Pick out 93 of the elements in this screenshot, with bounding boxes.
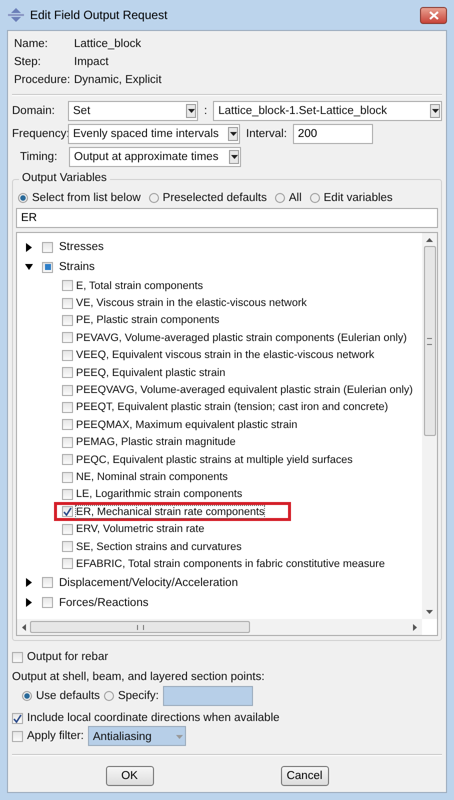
tree-item[interactable]: PEQC, Equivalent plastic strains at multiple yield surfaces [76, 454, 353, 466]
tree-item[interactable]: EFABRIC, Total strain components in fabric constitutive measure [76, 558, 385, 570]
tree-item[interactable]: VEEQ, Equivalent viscous strain in the elastic-viscous network [76, 349, 374, 362]
vertical-scrollbar[interactable] [422, 233, 437, 619]
checkbox[interactable] [62, 524, 73, 535]
tree-item[interactable]: Displacement/Velocity/Acceleration [59, 576, 238, 589]
search-field[interactable]: ER [16, 208, 438, 228]
set-dropdown[interactable]: Lattice_block-1.Set-Lattice_block [213, 101, 442, 121]
tree-item[interactable]: Stresses [59, 241, 104, 253]
checkbox[interactable] [62, 314, 73, 326]
cancel-button[interactable]: Cancel [280, 766, 328, 786]
tree-item[interactable]: PEVAVG, Volume-averaged plastic strain components (Eulerian only) [76, 332, 407, 344]
domain-dropdown[interactable]: Set [68, 101, 198, 121]
checkbox[interactable] [62, 298, 73, 309]
tree-item[interactable]: E, Total strain components [76, 280, 204, 292]
checkbox[interactable] [62, 488, 73, 500]
apply-filter-checkbox[interactable]: Apply filter: [12, 730, 84, 742]
caret-icon [229, 150, 239, 164]
field-value: Dynamic, Explicit [74, 74, 162, 86]
checkbox[interactable] [62, 558, 73, 570]
specify-field[interactable] [162, 686, 253, 706]
caret-icon [228, 127, 238, 141]
field-value: Impact [74, 56, 109, 68]
radio-option[interactable]: Use defaults [22, 690, 100, 702]
caret-icon [430, 104, 440, 118]
checkbox[interactable] [62, 472, 73, 482]
tree-item[interactable]: ERV, Volumetric strain rate [76, 523, 204, 536]
tree-item[interactable]: NE, Nominal strain components [76, 471, 228, 483]
checkbox[interactable] [62, 419, 73, 430]
close-button[interactable] [420, 6, 447, 24]
tree-item[interactable]: Strains [59, 261, 95, 273]
field-label: Name: [14, 38, 49, 50]
checkbox[interactable] [62, 350, 73, 361]
checkbox[interactable] [62, 402, 73, 413]
expander-icon[interactable] [25, 578, 33, 588]
checkbox[interactable] [62, 367, 73, 378]
check-icon [63, 507, 72, 516]
local-coords-checkbox[interactable]: Include local coordinate directions when available [12, 712, 442, 724]
group-title: Output Variables [19, 172, 110, 184]
checkbox[interactable] [62, 436, 73, 448]
field-value: Lattice_block [74, 38, 142, 50]
tree-item[interactable]: PEEQ, Equivalent plastic strain [76, 366, 226, 379]
checkbox[interactable] [62, 541, 73, 552]
expander-icon[interactable] [25, 598, 33, 608]
up-arrow-icon[interactable] [426, 238, 433, 242]
ok-button[interactable]: OK [106, 766, 154, 786]
check-icon [13, 714, 22, 722]
tree-item[interactable]: PEEQVAVG, Volume-averaged equivalent plastic strain (Eulerian only) [76, 384, 413, 396]
checkbox[interactable] [42, 597, 53, 608]
caret-icon [186, 104, 196, 118]
radio-option[interactable]: Specify: [104, 690, 159, 702]
radio-option[interactable]: Preselected defaults [148, 192, 267, 204]
down-arrow-icon[interactable] [426, 610, 433, 614]
expander-icon[interactable] [25, 242, 33, 252]
tree-item[interactable]: VE, Viscous strain in the elastic-viscous network [76, 297, 307, 310]
tree-item[interactable]: LE, Logarithmic strain components [76, 488, 242, 500]
expander-icon[interactable] [25, 262, 33, 272]
separator-colon: : [203, 105, 208, 117]
radio-option[interactable]: Edit variables [310, 192, 393, 204]
frequency-dropdown[interactable]: Evenly spaced time intervals [68, 124, 240, 144]
right-arrow-icon[interactable] [413, 624, 417, 630]
tree-item[interactable]: SE, Section strains and curvatures [76, 540, 242, 553]
tree-item[interactable]: PEEQMAX, Maximum equivalent plastic strain [76, 418, 298, 431]
checkbox[interactable] [62, 280, 73, 292]
field-label: Domain: [12, 105, 56, 117]
checkbox[interactable] [42, 242, 53, 252]
radio-option[interactable]: All [274, 192, 302, 204]
radio-option[interactable]: Select from list below [18, 192, 141, 204]
checkbox[interactable] [42, 262, 53, 272]
field-label: Interval: [245, 128, 288, 140]
field-label: Procedure: [14, 74, 72, 86]
checkbox[interactable] [62, 454, 73, 466]
tree-item[interactable]: Forces/Reactions [59, 596, 148, 609]
horizontal-scrollbar[interactable] [17, 619, 422, 635]
timing-dropdown[interactable]: Output at approximate times [69, 147, 241, 167]
checkbox[interactable] [42, 577, 53, 588]
app-icon [8, 8, 24, 22]
field-label: Timing: [20, 151, 58, 163]
left-arrow-icon[interactable] [22, 624, 26, 630]
checkbox[interactable] [62, 506, 73, 518]
checkbox[interactable] [62, 384, 73, 396]
tree-item[interactable]: PE, Plastic strain components [76, 314, 220, 326]
checkbox[interactable] [62, 332, 73, 344]
tree-item[interactable]: PEEQT, Equivalent plastic strain (tension; cast iron and concrete) [76, 401, 388, 414]
field-label: Step: [14, 56, 42, 68]
filter-dropdown[interactable]: Antialiasing [88, 726, 186, 746]
interval-field[interactable]: 200 [292, 124, 373, 144]
rebar-checkbox[interactable]: Output for rebar [12, 651, 442, 663]
window-title: Edit Field Output Request [30, 8, 168, 22]
section-points-label: Output at shell, beam, and layered section points: [12, 671, 266, 683]
tree-item[interactable]: PEMAG, Plastic strain magnitude [76, 436, 236, 448]
tree-item[interactable]: ER, Mechanical strain rate components [76, 506, 264, 518]
close-icon [428, 10, 438, 20]
